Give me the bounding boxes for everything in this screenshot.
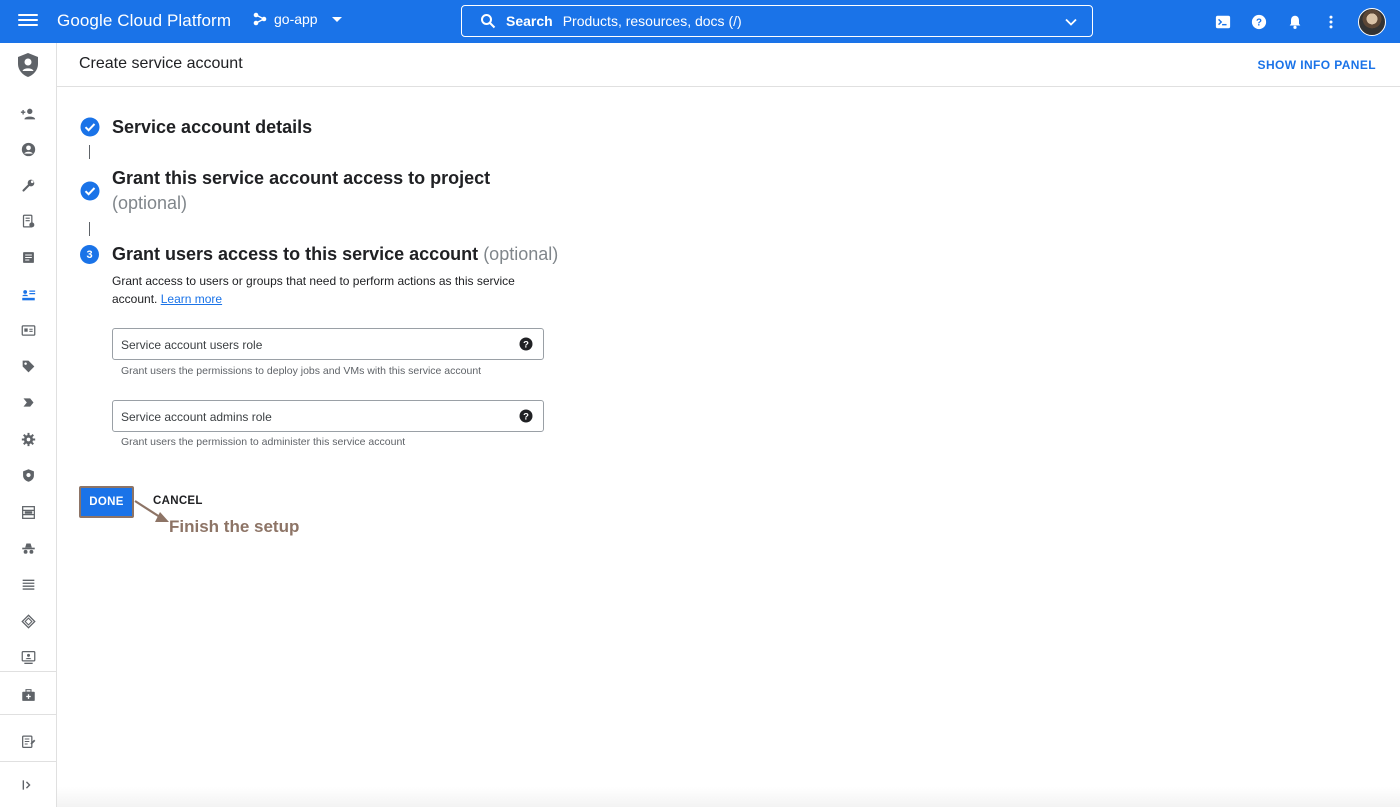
help-icon[interactable]: ? <box>1250 13 1268 31</box>
policy-doc-icon[interactable] <box>19 212 37 230</box>
done-button[interactable]: DONE <box>79 486 134 518</box>
svg-text:?: ? <box>1256 17 1262 28</box>
label-arrow-icon[interactable] <box>19 393 37 411</box>
learn-more-link[interactable]: Learn more <box>161 292 222 306</box>
page-header: Create service account SHOW INFO PANEL <box>57 43 1400 87</box>
step-1-title[interactable]: Service account details <box>112 117 312 138</box>
field-hint: Grant users the permissions to deploy jo… <box>121 365 482 377</box>
left-nav-rail <box>0 43 57 807</box>
grid-list-icon[interactable] <box>19 503 37 521</box>
rail-divider <box>0 714 57 715</box>
briefcase-plus-icon[interactable] <box>19 686 37 704</box>
add-person-icon[interactable] <box>19 105 37 123</box>
step-2-title[interactable]: Grant this service account access to pro… <box>112 168 490 189</box>
step-3-title: Grant users access to this service accou… <box>112 244 479 264</box>
annotation-arrow-icon <box>134 500 169 522</box>
annotation-text: Finish the setup <box>169 517 300 536</box>
project-name: go-app <box>274 11 318 27</box>
help-circle-icon[interactable]: ? <box>519 409 533 423</box>
settings-icon[interactable] <box>19 430 37 448</box>
field-placeholder: Service account admins role <box>121 410 272 424</box>
edit-doc-icon[interactable] <box>19 732 37 750</box>
display-person-icon[interactable] <box>19 648 37 666</box>
search-placeholder: Products, resources, docs (/) <box>562 13 742 29</box>
field-placeholder: Service account users role <box>121 338 263 352</box>
shield-icon[interactable] <box>19 466 37 484</box>
list-doc-icon[interactable] <box>19 248 37 266</box>
more-vert-icon[interactable] <box>1322 13 1340 31</box>
main-menu-icon[interactable] <box>16 12 40 30</box>
check-circle-icon <box>80 181 100 201</box>
step-3-heading: Grant users access to this service accou… <box>112 244 558 265</box>
id-card-icon[interactable] <box>19 321 37 339</box>
top-app-bar: Google Cloud Platform go-app Search Prod… <box>0 0 1400 43</box>
search-input[interactable]: Search Products, resources, docs (/) <box>461 5 1093 37</box>
service-account-users-role-field[interactable]: Service account users role ? <box>112 328 544 360</box>
project-selector[interactable]: go-app <box>252 11 342 27</box>
step-3-description: Grant access to users or groups that nee… <box>112 272 532 308</box>
service-accounts-icon[interactable] <box>19 285 37 303</box>
tag-icon[interactable] <box>19 357 37 375</box>
search-label: Search <box>506 13 553 29</box>
incognito-icon[interactable] <box>19 539 37 557</box>
service-account-admins-role-field[interactable]: Service account admins role ? <box>112 400 544 432</box>
cloud-shell-icon[interactable] <box>1214 13 1232 31</box>
rail-divider <box>0 671 57 672</box>
step-3-optional: (optional) <box>483 244 559 264</box>
search-icon <box>481 14 496 29</box>
iam-shield-icon <box>18 53 38 77</box>
help-circle-icon[interactable]: ? <box>519 337 533 351</box>
project-hierarchy-icon <box>253 12 267 26</box>
step-connector <box>89 222 90 236</box>
svg-text:?: ? <box>523 340 529 351</box>
account-circle-icon[interactable] <box>19 140 37 158</box>
page-title: Create service account <box>79 55 243 72</box>
step-2-optional: (optional) <box>112 193 188 213</box>
chevron-down-icon[interactable] <box>1064 15 1078 29</box>
bottom-shade <box>57 787 1400 807</box>
svg-text:?: ? <box>523 412 529 423</box>
rail-divider <box>0 761 57 762</box>
diamond-icon[interactable] <box>19 612 37 630</box>
avatar[interactable] <box>1358 7 1386 36</box>
field-hint: Grant users the permission to administer… <box>121 436 406 448</box>
notifications-icon[interactable] <box>1286 13 1304 31</box>
wrench-icon[interactable] <box>19 176 37 194</box>
expand-rail-icon[interactable] <box>19 776 37 794</box>
step-3-number: 3 <box>80 245 99 264</box>
brand-title[interactable]: Google Cloud Platform <box>57 11 231 31</box>
step-connector <box>89 145 90 159</box>
list-icon[interactable] <box>19 575 37 593</box>
chevron-down-icon <box>331 16 342 22</box>
show-info-panel-button[interactable]: SHOW INFO PANEL <box>1258 58 1376 72</box>
check-circle-icon <box>80 117 100 137</box>
